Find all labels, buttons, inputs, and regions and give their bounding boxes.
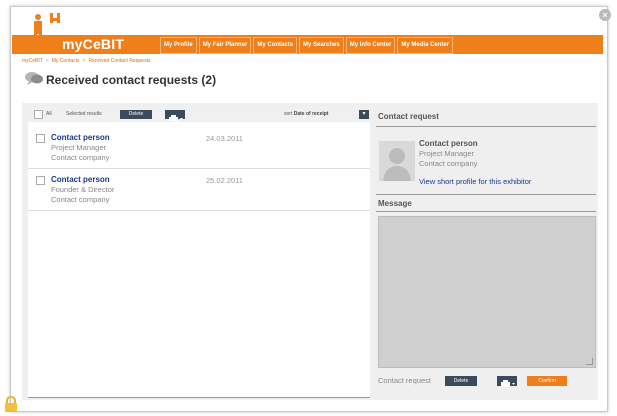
speech-bubbles-icon	[25, 72, 43, 85]
request-date: 24.03.2011	[206, 134, 243, 143]
breadcrumb-link-mycebit[interactable]: myCeBIT	[22, 58, 43, 64]
contact-role: Project Manager	[51, 143, 107, 152]
page-title: Received contact requests (2)	[46, 73, 217, 87]
brand-name[interactable]: myCeBIT	[62, 35, 124, 54]
contact-role: Founder & Director	[51, 185, 115, 194]
nav-item-my-searches[interactable]: My Searches	[299, 37, 344, 54]
view-profile-link[interactable]: View short profile for this exhibitor	[419, 177, 531, 186]
detail-title: Contact request	[378, 112, 439, 121]
person-silhouette-icon	[383, 148, 411, 181]
contact-name[interactable]: Contact person	[51, 175, 110, 184]
request-detail-panel: Contact request Contact person Project M…	[376, 107, 596, 397]
sort-prefix: sort	[284, 111, 293, 117]
divider	[376, 126, 596, 127]
request-list-panel: All Selected results Delete sort Date of…	[28, 107, 370, 398]
detail-contact-company: Contact company	[419, 159, 478, 168]
breadcrumb-current: Received Contact Requests	[88, 58, 151, 64]
list-toolbar: All Selected results Delete sort Date of…	[28, 107, 370, 122]
divider	[376, 194, 596, 195]
breadcrumb: myCeBIT > My Contacts > Received Contact Req…	[22, 58, 150, 64]
row-checkbox[interactable]	[36, 134, 45, 143]
nav-item-my-media-center[interactable]: My Media Center	[397, 37, 454, 54]
sort-dropdown-button[interactable]: ▾	[359, 110, 369, 119]
footer-label: Contact request	[378, 376, 431, 385]
request-date: 25.02.2011	[206, 176, 243, 185]
close-icon[interactable]: ×	[599, 9, 611, 21]
contact-name[interactable]: Contact person	[51, 133, 110, 142]
breadcrumb-separator: >	[82, 58, 86, 64]
contact-company: Contact company	[51, 153, 110, 162]
sort-value[interactable]: Date of receipt	[294, 111, 329, 117]
message-textarea[interactable]	[378, 216, 596, 368]
detail-contact-name: Contact person	[419, 139, 478, 148]
divider	[376, 211, 596, 212]
nav-item-my-info-center[interactable]: My Info Center	[345, 37, 396, 54]
main-nav: My Profile My Fair Planner My Contacts M…	[160, 37, 454, 54]
nav-item-my-fair-planner[interactable]: My Fair Planner	[198, 37, 252, 54]
nav-item-my-profile[interactable]: My Profile	[160, 37, 197, 54]
print-menu-button[interactable]	[165, 110, 185, 121]
sort-label: sort Date of receipt	[284, 111, 328, 117]
printer-icon	[501, 380, 515, 387]
selected-results-label: Selected results	[66, 111, 102, 117]
top-navigation-bar: myCeBIT My Profile My Fair Planner My Co…	[12, 35, 603, 54]
contact-company: Contact company	[51, 195, 110, 204]
breadcrumb-link-my-contacts[interactable]: My Contacts	[52, 58, 80, 64]
breadcrumb-separator: >	[45, 58, 49, 64]
avatar	[379, 141, 415, 181]
delete-request-button[interactable]: Delete	[445, 376, 477, 386]
delete-selected-button[interactable]: Delete	[120, 110, 152, 119]
select-all-label: All	[46, 111, 52, 117]
lock-icon	[5, 396, 17, 412]
confirm-button[interactable]: Confirm	[527, 376, 567, 386]
print-request-button[interactable]	[497, 376, 517, 387]
resize-handle[interactable]	[586, 358, 593, 365]
nav-item-my-contacts[interactable]: My Contacts	[253, 37, 298, 54]
detail-contact-role: Project Manager	[419, 149, 475, 158]
printer-icon	[169, 115, 183, 121]
list-item[interactable]: Contact person Project Manager Contact c…	[28, 131, 370, 169]
select-all-checkbox[interactable]	[34, 110, 43, 119]
row-checkbox[interactable]	[36, 176, 45, 185]
message-title: Message	[378, 199, 412, 208]
list-item[interactable]: Contact person Founder & Director Contac…	[28, 173, 370, 211]
